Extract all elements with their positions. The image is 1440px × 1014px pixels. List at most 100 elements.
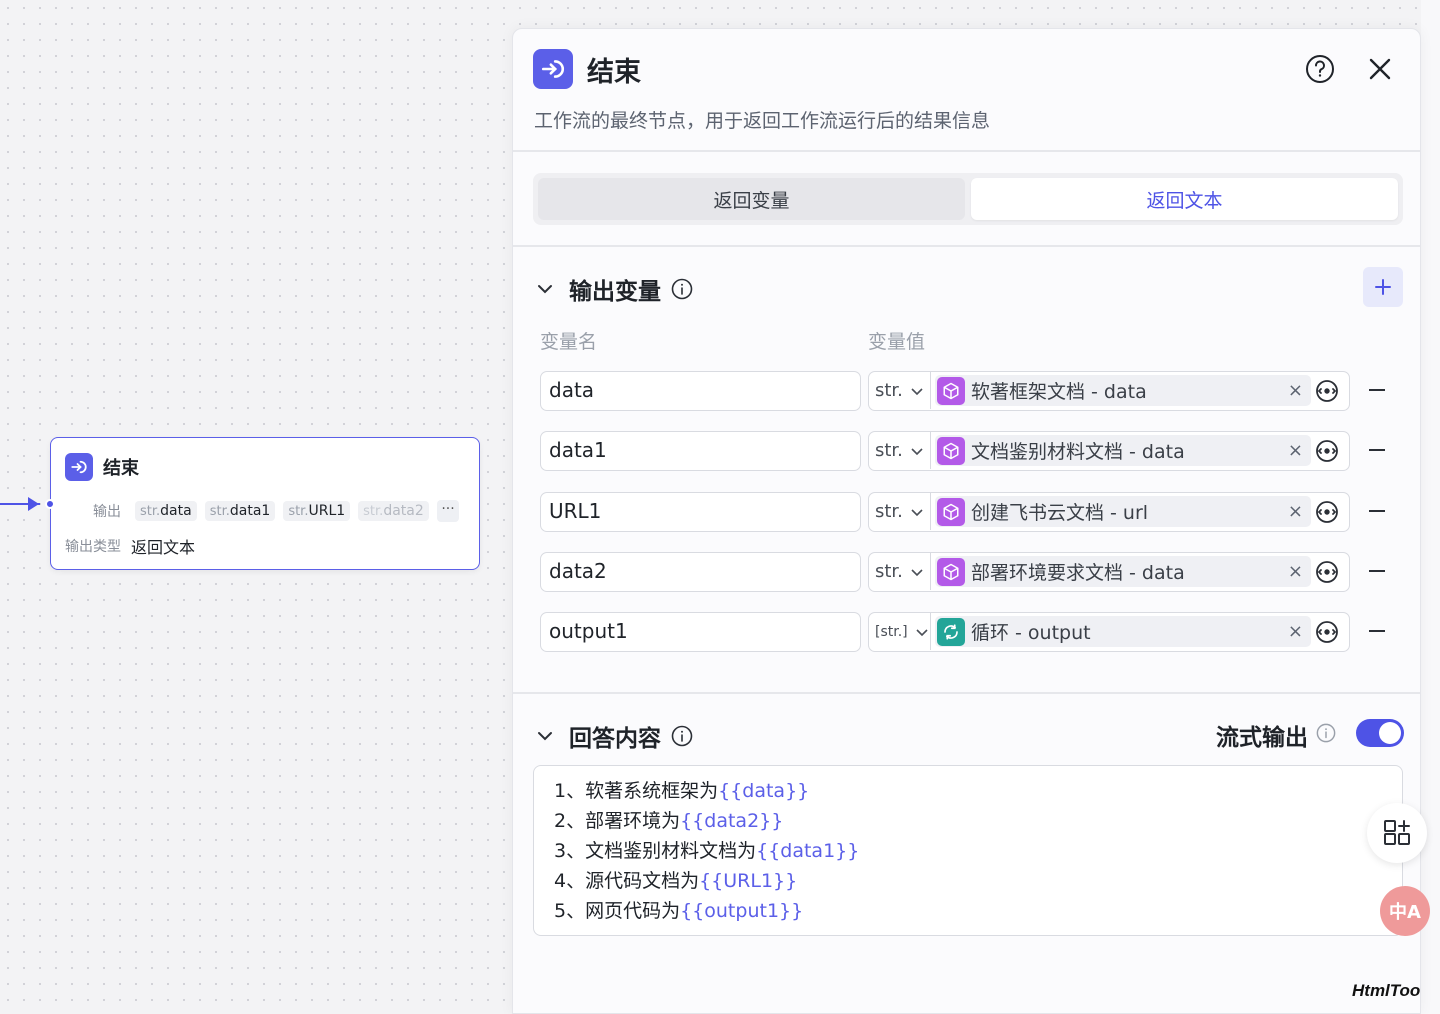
cube-icon [937,557,965,586]
info-icon[interactable] [671,725,693,747]
chevron-down-icon[interactable] [535,279,555,299]
variable-value-field: str. 创建飞书云文档 - url × [868,492,1350,532]
close-icon[interactable] [1365,54,1395,84]
variable-picker-icon[interactable] [1315,500,1339,524]
variable-placeholder: {{data1}} [756,840,860,862]
answer-content-editor[interactable]: 1、软著系统框架为{{data}} 2、部署环境为{{data2}} 3、文档鉴… [533,765,1403,936]
panel-description: 工作流的最终节点，用于返回工作流运行后的结果信息 [534,110,991,132]
clear-reference-icon[interactable]: × [1288,380,1303,401]
clear-reference-icon[interactable]: × [1288,621,1303,642]
right-edge-strip [1421,0,1440,1014]
answer-line: 4、源代码文档为{{URL1}} [554,870,798,892]
variable-value-field: [str.] 循环 - output × [868,612,1350,652]
variable-picker-icon[interactable] [1315,379,1339,403]
column-header-name: 变量名 [540,331,598,353]
variable-picker-icon[interactable] [1315,439,1339,463]
more-outputs-button[interactable]: ··· [437,500,459,522]
reference-label: 部署环境要求文档 - data [971,562,1185,584]
output-section-header[interactable]: 输出变量 [535,272,693,306]
type-select[interactable]: str. [869,493,931,530]
variable-reference-chip[interactable]: 部署环境要求文档 - data × [935,556,1311,587]
output-tag: str.data1 [204,501,276,521]
type-select[interactable]: str. [869,553,931,590]
chevron-down-icon[interactable] [535,726,555,746]
chevron-down-icon [911,387,923,395]
node-header: 结束 [65,453,139,481]
help-icon[interactable] [1305,54,1335,84]
answer-section-title: 回答内容 [569,726,661,752]
remove-variable-button[interactable] [1369,510,1385,512]
reference-label: 软著框架文档 - data [971,381,1147,403]
tab-return-variables[interactable]: 返回变量 [538,178,965,220]
remove-variable-button[interactable] [1369,630,1385,632]
column-header-value: 变量值 [868,331,926,353]
type-select[interactable]: str. [869,372,931,409]
variable-name-input[interactable]: data [540,371,861,411]
type-select[interactable]: str. [869,432,931,469]
node-output-type-row: 输出类型 返回文本 [65,534,195,558]
variable-row: URL1 str. 创建飞书云文档 - url × [540,492,1420,532]
edge-arrowhead [28,497,39,511]
remove-variable-button[interactable] [1369,570,1385,572]
variable-reference-chip[interactable]: 文档鉴别材料文档 - data × [935,435,1311,466]
variable-name-input[interactable]: output1 [540,612,861,652]
info-icon[interactable] [1316,723,1336,743]
clear-reference-icon[interactable]: × [1288,561,1303,582]
node-output-type-value: 返回文本 [131,538,196,557]
type-select[interactable]: [str.] [869,613,931,650]
divider [513,245,1420,247]
clear-reference-icon[interactable]: × [1288,440,1303,461]
variable-value-field: str. 部署环境要求文档 - data × [868,552,1350,592]
end-icon [65,453,93,481]
input-port[interactable] [45,499,55,509]
variable-value-field: str. 软著框架文档 - data × [868,371,1350,411]
variable-name-input[interactable]: URL1 [540,492,861,532]
variable-name-input[interactable]: data2 [540,552,861,592]
end-node-card[interactable]: 结束 输出 str.data str.data1 str.URL1 str.da… [45,437,480,570]
reference-label: 循环 - output [971,622,1091,644]
return-mode-tabs: 返回变量 返回文本 [533,173,1403,225]
tab-return-text[interactable]: 返回文本 [971,178,1398,220]
apps-add-button[interactable] [1367,803,1427,863]
add-variable-button[interactable] [1363,267,1403,307]
cube-icon [937,376,965,405]
variable-picker-icon[interactable] [1315,560,1339,584]
variable-row: data2 str. 部署环境要求文档 - data × [540,552,1420,592]
chevron-down-icon [911,568,923,576]
output-tag: str.data [135,501,197,521]
answer-line: 5、网页代码为{{output1}} [554,900,804,922]
divider [513,692,1420,694]
answer-line: 3、文档鉴别材料文档为{{data1}} [554,840,860,862]
answer-line: 1、软著系统框架为{{data}} [554,780,810,802]
variable-placeholder: {{URL1}} [699,870,798,892]
node-output-label: 输出 [93,504,121,520]
remove-variable-button[interactable] [1369,389,1385,391]
variable-placeholder: {{output1}} [680,900,804,922]
stream-output-label: 流式输出 [1216,725,1308,751]
reference-label: 创建飞书云文档 - url [971,502,1149,524]
node-config-panel: 结束 工作流的最终节点，用于返回工作流运行后的结果信息 返回变量 返回文本 输出… [512,28,1421,1014]
clear-reference-icon[interactable]: × [1288,501,1303,522]
apps-add-icon [1384,820,1410,845]
remove-variable-button[interactable] [1369,449,1385,451]
info-icon[interactable] [671,278,693,300]
variable-reference-chip[interactable]: 创建飞书云文档 - url × [935,496,1311,527]
variable-row: output1 [str.] 循环 - output × [540,612,1420,652]
output-tag: str.data2 [358,501,429,521]
variable-reference-chip[interactable]: 循环 - output × [935,616,1311,647]
loop-icon [937,617,965,646]
panel-header: 结束 [533,49,641,89]
cube-icon [937,497,965,526]
variable-name-input[interactable]: data1 [540,431,861,471]
stream-output-toggle[interactable] [1356,719,1404,747]
translate-button[interactable]: 中A [1380,886,1430,936]
variable-picker-icon[interactable] [1315,620,1339,644]
variable-reference-chip[interactable]: 软著框架文档 - data × [935,375,1311,406]
chevron-down-icon [916,628,928,636]
answer-section-header[interactable]: 回答内容 [535,719,693,753]
node-output-row: 输出 str.data str.data1 str.URL1 str.data2 [93,501,429,521]
variable-row: data str. 软著框架文档 - data × [540,371,1420,411]
divider [513,150,1420,152]
variable-placeholder: {{data2}} [680,810,784,832]
answer-line: 2、部署环境为{{data2}} [554,810,784,832]
